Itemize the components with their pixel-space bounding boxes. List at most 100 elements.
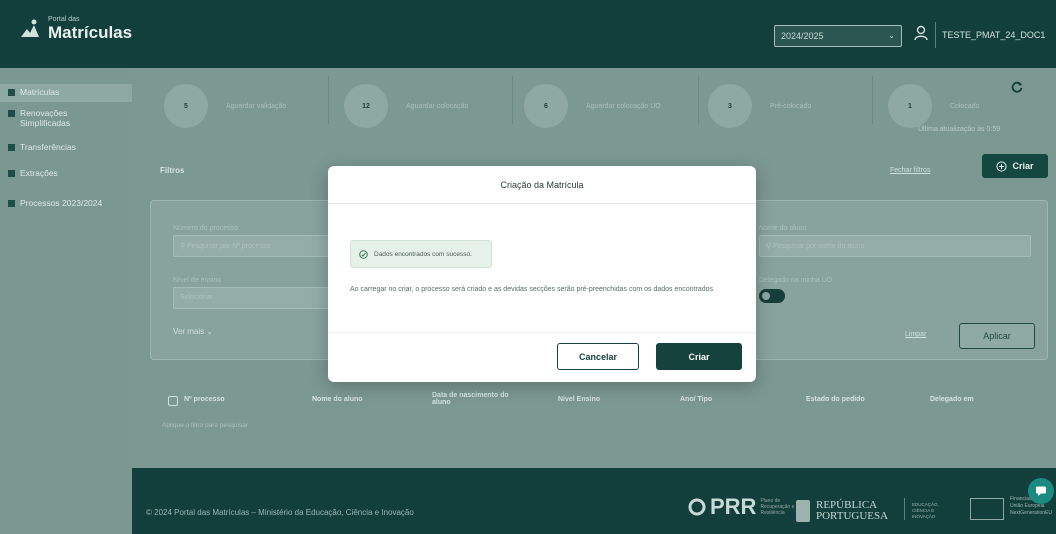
level-select[interactable]: Selecionar: [173, 287, 333, 309]
process-number-label: Número do processo: [173, 225, 238, 232]
level-placeholder: Selecionar: [180, 294, 214, 301]
delegated-toggle[interactable]: [759, 289, 785, 303]
column-header[interactable]: Nº processo: [184, 396, 225, 403]
select-all-checkbox[interactable]: [168, 396, 178, 406]
sidebar-item-renovacoes[interactable]: Renovações Simplificadas: [0, 108, 80, 128]
portal-logo[interactable]: Portal das Matrículas: [18, 16, 132, 41]
status-count: 6: [524, 84, 568, 128]
status-label: Colocado: [950, 102, 980, 110]
level-label: Nível de ensino: [173, 277, 222, 284]
sidebar-item-label: Renovações Simplificadas: [20, 108, 71, 128]
status-label: Pré-colocado: [770, 102, 812, 110]
flag-icon: [796, 500, 810, 522]
header-divider: [935, 22, 936, 48]
column-header[interactable]: Estado do pedido: [806, 396, 865, 403]
top-header: Portal das Matrículas 2024/2025 ⌄ TESTE_…: [0, 0, 1056, 68]
success-message: Dados encontrados com sucesso.: [374, 250, 472, 258]
status-label: Aguardar colocação: [406, 102, 469, 110]
status-label: Aguardar validação: [226, 102, 287, 110]
column-header[interactable]: Data de nascimento do aluno: [432, 392, 528, 406]
folder-icon: [8, 200, 15, 207]
column-header[interactable]: Nível Ensino: [558, 396, 600, 403]
student-name-input[interactable]: ⚲ Pesquisar por nome do aluno: [759, 235, 1031, 257]
status-divider: [512, 76, 513, 124]
user-name[interactable]: TESTE_PMAT_24_DOC1: [942, 30, 1045, 40]
see-more-link[interactable]: Ver mais ⌄: [173, 327, 213, 336]
student-name-placeholder: Pesquisar por nome do aluno: [773, 243, 865, 250]
empty-table-hint: Aplique o filtro para pesquisar: [162, 422, 248, 429]
last-updated: Última atualização às 0:59: [918, 126, 1001, 133]
chevron-down-icon: ⌄: [888, 31, 895, 40]
sidebar-item-label: Extrações: [20, 168, 58, 178]
school-year-select[interactable]: 2024/2025 ⌄: [774, 25, 902, 47]
confirm-create-button[interactable]: Criar: [656, 343, 742, 370]
student-name-label: Nome do aluno: [759, 225, 807, 232]
dialog-body-text: Ao carregar no criar, o processo será cr…: [350, 286, 715, 293]
sidebar-item-matriculas[interactable]: Matrículas: [0, 84, 132, 102]
clear-link[interactable]: Limpar: [905, 331, 926, 338]
status-divider: [328, 76, 329, 124]
prr-logo: PRR Plano de Recuperação e Resiliência: [688, 494, 800, 520]
school-year-value: 2024/2025: [781, 31, 824, 41]
grid-icon: [8, 89, 15, 96]
search-icon: ⚲: [766, 243, 772, 250]
user-icon[interactable]: [912, 24, 930, 42]
create-button-label: Criar: [1012, 161, 1034, 171]
chat-icon: [1036, 486, 1046, 496]
status-count: 12: [344, 84, 388, 128]
column-header[interactable]: Nome do aluno: [312, 396, 363, 403]
logo-icon: [21, 19, 39, 37]
sidebar: Matrículas Renovações Simplificadas Tran…: [0, 68, 132, 534]
footer-copyright: © 2024 Portal das Matrículas – Ministéri…: [146, 508, 414, 517]
status-card[interactable]: 1 Colocado: [888, 80, 980, 132]
status-card[interactable]: 3 Pré-colocado: [708, 80, 811, 132]
create-button[interactable]: Criar: [982, 154, 1048, 178]
prr-text: PRR: [710, 494, 757, 519]
status-divider: [872, 76, 873, 124]
filter-icon: [8, 170, 15, 177]
eu-flag-icon: [970, 498, 1004, 520]
status-card[interactable]: 6 Aguardar colocação UO: [524, 80, 661, 132]
republica-line2: PORTUGUESA: [816, 510, 889, 522]
status-card[interactable]: 12 Aguardar colocação: [344, 80, 468, 132]
ministry-logo-text: EDUCAÇÃO, CIÊNCIA E INOVAÇÃO: [912, 502, 939, 519]
create-enrollment-dialog: Criação da Matrícula Dados encontrados c…: [328, 166, 756, 382]
search-icon: ⚲: [180, 243, 186, 250]
delegated-label: Delegado na minha UO: [759, 277, 833, 284]
chevron-down-icon: ⌄: [206, 327, 214, 336]
footer: © 2024 Portal das Matrículas – Ministéri…: [132, 468, 1056, 534]
sidebar-item-processos[interactable]: Processos 2023/2024: [0, 198, 132, 208]
process-number-input[interactable]: ⚲ Pesquisar por Nº processo: [173, 235, 333, 257]
apply-button[interactable]: Aplicar: [959, 323, 1035, 349]
plus-circle-icon: [996, 160, 1008, 172]
refresh-icon[interactable]: [1010, 80, 1024, 94]
see-more-label: Ver mais: [173, 327, 205, 336]
sidebar-item-extracoes[interactable]: Extrações: [0, 168, 132, 178]
process-number-placeholder: Pesquisar por Nº processo: [187, 243, 271, 250]
column-header[interactable]: Delegado em: [930, 396, 974, 403]
prr-icon: [688, 498, 706, 516]
success-alert: Dados encontrados com sucesso.: [350, 240, 492, 268]
prr-subtitle: Plano de Recuperação e Resiliência: [760, 498, 795, 516]
status-count: 5: [164, 84, 208, 128]
sidebar-item-transferencias[interactable]: Transferências: [0, 142, 132, 152]
grid-icon: [8, 110, 15, 117]
dialog-title: Criação da Matrícula: [328, 166, 756, 204]
footer-divider: [904, 498, 905, 520]
status-label: Aguardar colocação UO: [586, 102, 661, 110]
logo-title: Matrículas: [48, 23, 133, 42]
dialog-divider: [328, 332, 756, 333]
status-card[interactable]: 5 Aguardar validação: [164, 80, 286, 132]
cancel-button[interactable]: Cancelar: [557, 343, 639, 370]
transfer-icon: [8, 144, 15, 151]
republica-logo: REPÚBLICA PORTUGUESA: [796, 500, 888, 522]
chat-button[interactable]: [1028, 478, 1054, 504]
status-count: 1: [888, 84, 932, 128]
filters-title: Filtros: [160, 166, 185, 175]
check-circle-icon: [359, 249, 368, 259]
status-divider: [698, 76, 699, 124]
column-header[interactable]: Ano/ Tipo: [680, 396, 712, 403]
sidebar-item-label: Processos 2023/2024: [20, 198, 103, 208]
close-filters-link[interactable]: Fechar filtros: [890, 167, 930, 174]
sidebar-item-label: Transferências: [20, 142, 76, 152]
